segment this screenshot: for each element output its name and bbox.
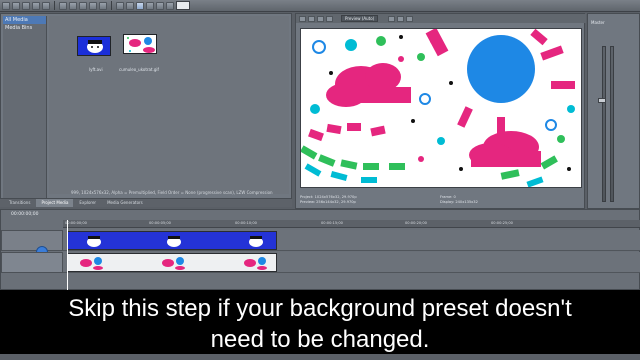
copy-icon[interactable]	[89, 1, 97, 10]
master-bus-pane: Master	[587, 13, 640, 209]
clip-frame	[249, 236, 263, 247]
tab-transitions[interactable]: Transitions	[4, 199, 35, 207]
external-monitor-icon[interactable]	[308, 15, 315, 22]
preview-toolbar: Preview (Auto)	[296, 14, 586, 23]
preview-properties-icon[interactable]	[299, 15, 306, 22]
clip-frame	[80, 257, 103, 270]
image-clip[interactable]	[67, 253, 277, 272]
ruler-label: 00:00:15;00	[321, 221, 343, 225]
clip-frame	[87, 236, 101, 247]
clip-frame	[167, 236, 181, 247]
copy-snapshot-icon[interactable]	[397, 15, 405, 22]
timecode-display: 00:00:00;00	[11, 212, 39, 217]
clip-frame	[162, 257, 185, 270]
preview-frame	[300, 28, 582, 188]
timeline-pane: 00:00:00;00 00:00:00;00 00:00:05;00 00:0…	[0, 209, 640, 291]
media-thumbnail-image[interactable]	[123, 34, 157, 54]
redo-icon[interactable]	[69, 1, 77, 10]
caption-line-1: Skip this step if your background preset…	[68, 295, 572, 322]
tab-media-generators[interactable]: Media Generators	[102, 199, 148, 207]
media-tabs: Transitions Project Media Explorer Media…	[0, 199, 292, 207]
master-meter-right	[610, 46, 614, 202]
video-clip[interactable]	[67, 231, 277, 250]
edit-tool-icon[interactable]	[136, 1, 144, 10]
ruler-label: 00:00:25;00	[491, 221, 513, 225]
tab-project-media[interactable]: Project Media	[36, 199, 74, 207]
image-track	[63, 252, 640, 273]
preview-quality-dropdown[interactable]: Preview (Auto)	[341, 15, 379, 22]
render-icon[interactable]	[42, 1, 50, 10]
media-label: lyft.avi	[89, 67, 103, 72]
project-media-pane: All Media Media Bins lyft.avi cumuleo_uk…	[0, 13, 292, 199]
zoom-tool-icon[interactable]	[166, 1, 174, 10]
selection-tool-icon[interactable]	[156, 1, 164, 10]
split-screen-icon[interactable]	[326, 15, 333, 22]
timeline-ruler[interactable]: 00:00:00;00 00:00:05;00 00:00:10;00 00:0…	[63, 220, 640, 228]
media-tree: All Media Media Bins	[3, 16, 47, 198]
ruler-label: 00:00:05;00	[149, 221, 171, 225]
open-icon[interactable]	[12, 1, 20, 10]
tab-explorer[interactable]: Explorer	[74, 199, 101, 207]
preview-display-info: Display: 240x135x32	[440, 200, 478, 204]
paste-icon[interactable]	[99, 1, 107, 10]
video-track-header[interactable]	[1, 230, 63, 251]
ripple-icon[interactable]	[126, 1, 134, 10]
tree-item-all-media[interactable]: All Media	[3, 16, 46, 24]
media-status-text: 999, 1024x576x32, Alpha = Premultiplied,…	[71, 190, 273, 195]
media-list: lyft.avi cumuleo_ukotrat.gif	[49, 16, 289, 194]
master-fader-handle[interactable]	[598, 98, 606, 103]
cut-icon[interactable]	[79, 1, 87, 10]
properties-icon[interactable]	[32, 1, 40, 10]
save-snapshot-icon[interactable]	[406, 15, 414, 22]
master-meter-left	[602, 46, 606, 202]
caption-line-2: need to be changed.	[210, 326, 430, 353]
media-label: cumuleo_ukotrat.gif	[119, 67, 159, 72]
preview-artwork	[301, 29, 575, 187]
preview-fx-icon[interactable]	[317, 15, 324, 22]
ruler-label: 00:00:20;00	[405, 221, 427, 225]
main-toolbar	[0, 0, 640, 12]
transport-bar	[0, 354, 640, 360]
overlays-icon[interactable]	[388, 15, 396, 22]
clip-frame	[244, 257, 267, 270]
save-icon[interactable]	[22, 1, 30, 10]
subtitle-caption: Skip this step if your background preset…	[0, 290, 640, 354]
video-preview-pane: Preview (Auto) Project: 1024x576x32, 29.…	[295, 13, 586, 209]
master-title: Master	[591, 20, 605, 25]
toolbar-divider	[111, 1, 112, 10]
preview-resolution-info: Preview: 256x144x32, 29.970p	[300, 200, 356, 204]
search-input[interactable]	[176, 1, 190, 10]
tree-item-media-bins[interactable]: Media Bins	[3, 24, 46, 32]
toolbar-divider	[54, 1, 55, 10]
audio-track-header[interactable]	[1, 252, 63, 273]
new-project-icon[interactable]	[2, 1, 10, 10]
undo-icon[interactable]	[59, 1, 67, 10]
snap-icon[interactable]	[116, 1, 124, 10]
ruler-label: 00:00:00;00	[65, 221, 87, 225]
video-track	[63, 230, 640, 251]
ruler-label: 00:00:10;00	[235, 221, 257, 225]
media-thumbnail-video[interactable]	[77, 36, 111, 56]
envelope-tool-icon[interactable]	[146, 1, 154, 10]
playhead-cursor[interactable]	[67, 220, 68, 291]
